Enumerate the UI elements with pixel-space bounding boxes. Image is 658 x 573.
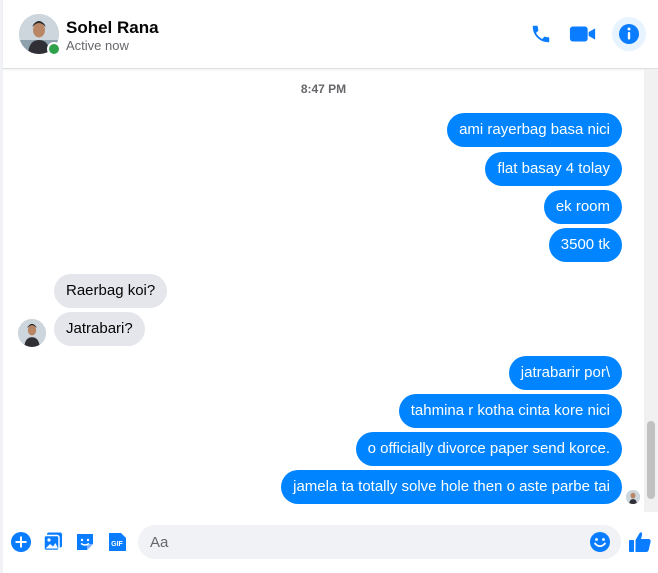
message-bubble-outgoing[interactable]: ek room bbox=[543, 190, 622, 224]
video-camera-icon bbox=[569, 26, 596, 42]
send-like-button[interactable] bbox=[627, 529, 653, 555]
contact-avatar[interactable] bbox=[19, 14, 61, 56]
attach-photo-button[interactable] bbox=[42, 531, 64, 553]
message-bubble-outgoing[interactable]: tahmina r kotha cinta kore nici bbox=[398, 394, 622, 428]
thumbs-up-icon bbox=[629, 532, 651, 552]
message-bubble-outgoing[interactable]: jatrabarir por\ bbox=[508, 356, 622, 390]
message-composer: GIF bbox=[3, 512, 658, 573]
sticker-icon bbox=[77, 534, 93, 550]
message-list[interactable]: 8:47 PM ami rayerbag basa nici flat basa… bbox=[3, 69, 644, 512]
sticker-button[interactable] bbox=[74, 531, 96, 553]
plus-circle-icon bbox=[11, 532, 31, 552]
svg-text:GIF: GIF bbox=[111, 541, 123, 548]
video-call-button[interactable] bbox=[569, 20, 597, 48]
message-bubble-incoming[interactable]: Jatrabari? bbox=[54, 312, 145, 346]
gif-button[interactable]: GIF bbox=[106, 531, 128, 553]
sender-avatar[interactable] bbox=[18, 319, 46, 347]
message-bubble-outgoing[interactable]: o officially divorce paper send korce. bbox=[355, 432, 622, 466]
scrollbar-thumb[interactable] bbox=[647, 421, 655, 499]
online-status-dot bbox=[47, 42, 61, 56]
smiley-icon bbox=[590, 532, 610, 552]
info-icon bbox=[619, 24, 639, 44]
chat-scrollbar[interactable] bbox=[644, 69, 658, 512]
emoji-button[interactable] bbox=[589, 531, 611, 553]
contact-name[interactable]: Sohel Rana bbox=[66, 18, 159, 38]
more-actions-button[interactable] bbox=[10, 531, 32, 553]
message-timestamp: 8:47 PM bbox=[300, 82, 347, 96]
message-bubble-incoming[interactable]: Raerbag koi? bbox=[54, 274, 168, 308]
voice-call-button[interactable] bbox=[527, 20, 555, 48]
phone-icon bbox=[532, 25, 550, 43]
message-bubble-outgoing[interactable]: jamela ta totally solve hole then o aste… bbox=[281, 470, 622, 504]
chat-header: Sohel Rana Active now bbox=[3, 0, 658, 69]
message-bubble-outgoing[interactable]: ami rayerbag basa nici bbox=[447, 113, 622, 147]
message-bubble-outgoing[interactable]: flat basay 4 tolay bbox=[485, 152, 622, 186]
seen-receipt-avatar bbox=[626, 490, 640, 504]
gif-icon: GIF bbox=[109, 533, 126, 551]
message-bubble-outgoing[interactable]: 3500 tk bbox=[548, 228, 622, 262]
active-status: Active now bbox=[66, 38, 129, 53]
photo-icon bbox=[43, 532, 62, 552]
conversation-info-button[interactable] bbox=[612, 17, 646, 51]
message-input[interactable] bbox=[138, 525, 621, 559]
